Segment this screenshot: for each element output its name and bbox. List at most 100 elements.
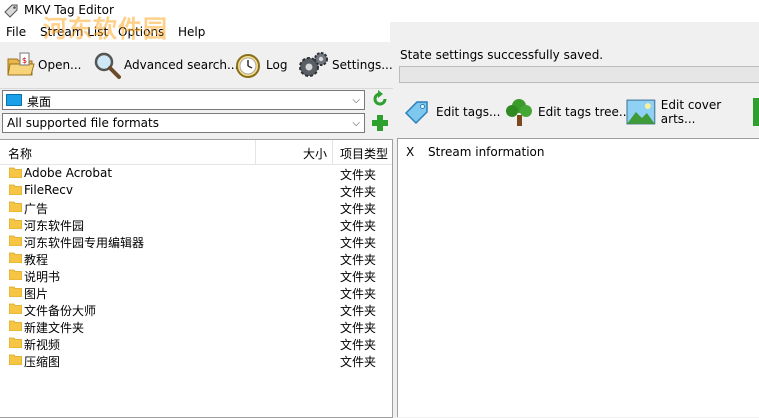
- file-type: 文件夹: [340, 321, 377, 335]
- menu-file[interactable]: File: [6, 25, 26, 39]
- list-item[interactable]: Adobe Acrobat 文件夹: [0, 165, 392, 182]
- list-item[interactable]: 教程 文件夹: [0, 250, 392, 267]
- file-type: 文件夹: [340, 185, 377, 199]
- file-name: 河东软件园: [24, 219, 85, 233]
- desktop-icon: [6, 94, 22, 106]
- add-icon[interactable]: [371, 114, 389, 132]
- open-button[interactable]: $ Open...: [6, 50, 82, 80]
- file-name: 教程: [24, 253, 49, 267]
- svg-text:$: $: [22, 56, 27, 65]
- list-item[interactable]: FileRecv 文件夹: [0, 182, 392, 199]
- column-divider[interactable]: [255, 140, 256, 164]
- tag-icon: [404, 101, 428, 125]
- file-browser-pane: 桌面 ⌵ All supported file formats ⌵ 名称 大小 …: [0, 88, 394, 418]
- file-name: 文件备份大师: [24, 304, 97, 318]
- edit-tags-label: Edit tags...: [436, 105, 501, 119]
- menu-help[interactable]: Help: [178, 25, 205, 39]
- column-stream-information[interactable]: Stream information: [428, 145, 545, 159]
- window-title: MKV Tag Editor: [24, 3, 114, 17]
- file-name: 压缩图: [24, 355, 61, 369]
- settings-button[interactable]: Settings...: [298, 50, 393, 80]
- file-name: FileRecv: [24, 183, 73, 197]
- edit-cover-arts-button[interactable]: Edit cover arts...: [626, 96, 759, 128]
- progress-bar: [399, 66, 759, 83]
- app-tag-icon: [4, 4, 18, 18]
- folder-combo[interactable]: 桌面 ⌵: [2, 90, 365, 110]
- column-type[interactable]: 项目类型: [340, 145, 388, 162]
- file-type: 文件夹: [340, 219, 377, 233]
- main-toolbar: $ Open... Advanced search... Log Setting…: [0, 42, 393, 89]
- menu-stream-list[interactable]: Stream List: [40, 25, 108, 39]
- list-item[interactable]: 新视频 文件夹: [0, 335, 392, 352]
- format-combo-value: All supported file formats: [7, 116, 159, 130]
- list-item[interactable]: 河东软件园 文件夹: [0, 216, 392, 233]
- edit-tags-button[interactable]: Edit tags...: [403, 96, 500, 128]
- advanced-search-button[interactable]: Advanced search...: [92, 50, 238, 80]
- refresh-icon[interactable]: [371, 90, 389, 108]
- chevron-down-icon[interactable]: ⌵: [352, 95, 360, 106]
- log-button[interactable]: Log: [234, 50, 287, 80]
- status-area: State settings successfully saved.: [397, 42, 759, 88]
- file-name: 新视频: [24, 338, 61, 352]
- chevron-down-icon[interactable]: ⌵: [352, 118, 360, 129]
- open-folder-icon: $: [7, 52, 35, 76]
- picture-icon: [626, 99, 656, 125]
- edit-cover-arts-label: Edit cover arts...: [660, 98, 722, 126]
- list-item[interactable]: 压缩图 文件夹: [0, 352, 392, 369]
- folder-icon: [9, 167, 22, 178]
- edit-tags-tree-label: Edit tags tree...: [538, 105, 631, 119]
- stream-list: X Stream information: [397, 138, 759, 417]
- folder-icon: [9, 218, 22, 229]
- list-item[interactable]: 广告 文件夹: [0, 199, 392, 216]
- title-bar: MKV Tag Editor: [0, 0, 759, 22]
- file-type: 文件夹: [340, 168, 377, 182]
- folder-icon: [9, 252, 22, 263]
- overflow-icon[interactable]: [753, 98, 759, 126]
- file-type: 文件夹: [340, 355, 377, 369]
- file-name: 说明书: [24, 270, 61, 284]
- file-type: 文件夹: [340, 236, 377, 250]
- folder-combo-value: 桌面: [27, 95, 52, 109]
- magnifier-icon: [94, 52, 121, 79]
- folder-icon: [9, 201, 22, 212]
- file-name: Adobe Acrobat: [24, 166, 113, 180]
- list-item[interactable]: 图片 文件夹: [0, 284, 392, 301]
- clock-icon: [236, 54, 260, 78]
- file-type: 文件夹: [340, 338, 377, 352]
- folder-icon: [9, 320, 22, 331]
- file-name: 图片: [24, 287, 49, 301]
- file-list-header: 名称 大小 项目类型: [0, 140, 392, 165]
- list-item[interactable]: 新建文件夹 文件夹: [0, 318, 392, 335]
- list-item[interactable]: 文件备份大师 文件夹: [0, 301, 392, 318]
- folder-icon: [9, 303, 22, 314]
- file-type: 文件夹: [340, 270, 377, 284]
- tree-icon: [506, 99, 532, 126]
- advanced-search-label: Advanced search...: [124, 58, 239, 72]
- folder-icon: [9, 354, 22, 365]
- column-x[interactable]: X: [406, 145, 414, 159]
- status-message: State settings successfully saved.: [400, 48, 604, 62]
- file-name: 河东软件园专用编辑器: [24, 236, 145, 250]
- folder-icon: [9, 184, 22, 195]
- folder-icon: [9, 235, 22, 246]
- column-divider[interactable]: [332, 140, 333, 164]
- edit-tags-tree-button[interactable]: Edit tags tree...: [505, 96, 630, 128]
- log-label: Log: [266, 58, 288, 72]
- folder-icon: [9, 286, 22, 297]
- file-name: 新建文件夹: [24, 321, 85, 335]
- file-type: 文件夹: [340, 253, 377, 267]
- folder-icon: [9, 337, 22, 348]
- folder-icon: [9, 269, 22, 280]
- file-type: 文件夹: [340, 202, 377, 216]
- format-combo[interactable]: All supported file formats ⌵: [2, 113, 365, 133]
- open-label: Open...: [38, 58, 82, 72]
- menu-bar: File Stream List Options Help: [0, 22, 390, 42]
- column-size[interactable]: 大小: [303, 145, 327, 162]
- list-item[interactable]: 河东软件园专用编辑器 文件夹: [0, 233, 392, 250]
- file-list: 名称 大小 项目类型 Adobe Acrobat 文件夹 FileRecv 文件夹 广告…: [0, 139, 393, 418]
- menu-options[interactable]: Options: [118, 25, 164, 39]
- file-name: 广告: [24, 202, 49, 216]
- column-name[interactable]: 名称: [8, 145, 32, 162]
- file-type: 文件夹: [340, 287, 377, 301]
- list-item[interactable]: 说明书 文件夹: [0, 267, 392, 284]
